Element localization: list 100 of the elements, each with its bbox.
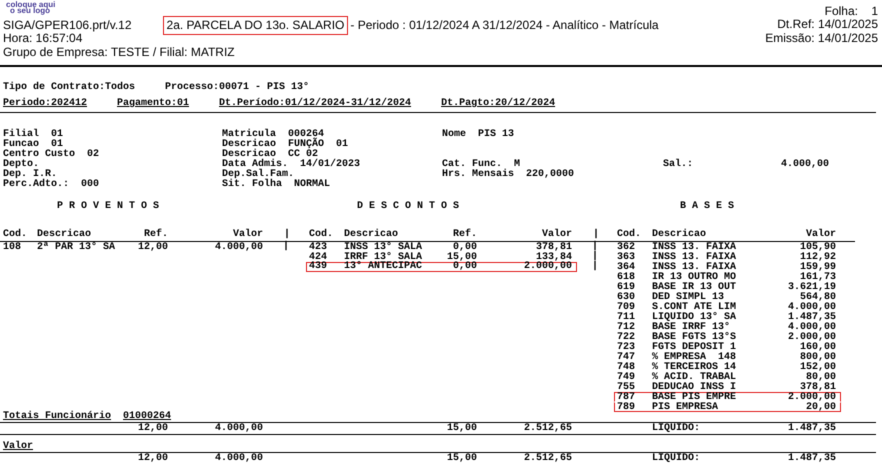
table-cell-text: 800,00 xyxy=(798,353,836,363)
total-value: 12,00 xyxy=(136,453,168,464)
filter-text: Dt.Pagto:20/12/2024 xyxy=(441,99,556,109)
table-cell-text: 160,00 xyxy=(798,343,836,353)
table-cell-text: 105,90 xyxy=(798,243,836,253)
table-cell-text: BASE FGTS 13°S xyxy=(652,333,738,343)
table-cell-text: 152,00 xyxy=(798,363,836,373)
table-cell-text: 363 xyxy=(617,253,636,263)
table-cell-text: % ACID. TRABAL xyxy=(652,373,738,383)
table-cell-text: 722 xyxy=(617,333,636,343)
column-separator: | xyxy=(592,252,600,262)
table-cell-text: 712 xyxy=(617,323,636,333)
employee-code: 01000264 xyxy=(123,412,172,422)
total-value: LIQUIDO: xyxy=(652,423,702,434)
table-cell-text: IR 13 OUTRO MO xyxy=(652,273,738,283)
total-value: 12,00 xyxy=(136,423,168,434)
table-cell-text: INSS 13. FAIXA xyxy=(652,243,738,253)
table-cell-text: 2.000,00 xyxy=(522,263,572,271)
field-label: Descricao xyxy=(222,150,276,160)
table-cell-text: 619 xyxy=(617,283,636,293)
section-title: D E S C O N T O S xyxy=(356,202,460,212)
column-separator: | xyxy=(284,230,292,240)
table-cell-text: 709 xyxy=(617,303,636,313)
table-cell-text: 4.000,00 xyxy=(786,323,836,333)
table-cell-text: 748 xyxy=(617,363,636,373)
table-cell-text: BASE PIS EMPRE xyxy=(652,393,738,402)
issue-date: Emissão: 14/01/2025 xyxy=(765,32,878,46)
column-header: Valor xyxy=(804,230,836,240)
field-value: 14/01/2023 xyxy=(300,160,360,170)
field-value: CC 02 xyxy=(288,150,318,160)
column-header: Cod. xyxy=(3,230,28,240)
field-value: 02 xyxy=(87,150,100,160)
table-cell-text: 749 xyxy=(617,373,636,383)
filter-text: Dt.Período:01/12/2024-31/12/2024 xyxy=(219,99,412,109)
field-value: 4.000,00 xyxy=(780,160,829,170)
field-label: Depto. xyxy=(3,160,40,170)
table-cell-text: 378,81 xyxy=(800,383,836,393)
column-header: Valor xyxy=(540,230,572,240)
table-cell-text: BASE IR 13 OUT xyxy=(652,283,738,293)
table-cell-text: 2.000,00 xyxy=(786,333,836,343)
field-label: Sit. Folha xyxy=(222,180,282,190)
table-cell-text: 711 xyxy=(617,313,636,323)
table-cell-text: DED SIMPL 13 xyxy=(652,293,724,303)
table-cell-text: 439 xyxy=(309,263,328,271)
table-cell-text: 630 xyxy=(617,293,636,303)
field-value: PIS 13 xyxy=(478,130,514,140)
table-cell-text: 20,00 xyxy=(804,403,836,412)
field-value: 220,0000 xyxy=(526,170,574,180)
table-cell-text: 723 xyxy=(617,343,636,353)
table-cell-text: 2.000,00 xyxy=(786,393,836,402)
column-header: Ref. xyxy=(142,230,168,240)
field-label: Dep. I.R. xyxy=(3,170,58,180)
table-cell-text: INSS 13. FAIXA xyxy=(652,253,738,263)
field-label: Descricao xyxy=(222,140,276,150)
table-cell-text: 80,00 xyxy=(806,373,836,383)
field-label: Centro Custo xyxy=(3,150,76,160)
column-header: Valor xyxy=(232,230,263,240)
table-cell-text: 787 xyxy=(617,393,636,402)
table-cell-text: S.CONT ATE LIM xyxy=(652,303,738,313)
field-value: 000 xyxy=(81,180,100,190)
column-header: Cod. xyxy=(617,230,642,240)
table-cell-text: 618 xyxy=(617,273,636,283)
table-cell-text: INSS 13° SALA xyxy=(344,243,424,253)
table-cell-text: 1.487,35 xyxy=(786,313,836,323)
report-subtitle: - Periodo : 01/12/2024 A 31/12/2024 - Analítico - Matrícula xyxy=(350,18,659,32)
field-value: NORMAL xyxy=(294,180,330,190)
section-title: P R O V E N T O S xyxy=(56,202,160,212)
table-cell-text: INSS 13. FAIXA xyxy=(652,263,738,273)
field-label: Filial xyxy=(3,130,40,140)
field-label: Sal.: xyxy=(663,160,694,170)
table-cell-text: 133,84 xyxy=(536,253,572,263)
report-title: 2a. PARCELA DO 13o. SALARIO xyxy=(162,16,348,34)
totals-label: Valor xyxy=(3,442,34,452)
total-value: 2.512,65 xyxy=(522,453,572,464)
field-label: Nome xyxy=(442,130,466,140)
table-cell-text: 0,00 xyxy=(452,263,477,271)
total-value: 2.512,65 xyxy=(522,423,572,434)
total-value: 4.000,00 xyxy=(214,453,263,464)
column-separator: | xyxy=(592,262,600,272)
totals-label: Totais Funcionário xyxy=(3,412,112,422)
field-value: 01 xyxy=(51,130,64,140)
table-cell-text: FGTS DEPOSIT 1 xyxy=(652,343,738,353)
field-value: M xyxy=(514,160,520,170)
table-cell-text: 15,00 xyxy=(446,253,477,263)
table-cell-text: 4.000,00 xyxy=(214,243,263,253)
table-cell-text: BASE IRRF 13° xyxy=(652,323,730,333)
table-cell-text: 378,81 xyxy=(534,243,572,253)
table-cell-text: 423 xyxy=(309,243,328,253)
table-cell-text: 3.621,19 xyxy=(786,283,836,293)
table-cell-text: DEDUCAO INSS I xyxy=(652,383,738,393)
table-cell-text: 755 xyxy=(617,383,636,393)
table-cell-text: 13° ANTECIPAC xyxy=(344,263,424,271)
column-header: Descricao xyxy=(652,230,708,240)
field-label: Cat. Func. xyxy=(442,160,502,170)
field-label: Perc.Adto.: xyxy=(3,180,70,190)
report-time: Hora: 16:57:04 xyxy=(3,32,82,46)
column-header: Ref. xyxy=(452,230,477,240)
field-label: Data Admis. xyxy=(222,160,288,170)
table-cell-text: % TERCEIROS 14 xyxy=(652,363,738,373)
page-number: Folha: 1 xyxy=(824,5,878,18)
